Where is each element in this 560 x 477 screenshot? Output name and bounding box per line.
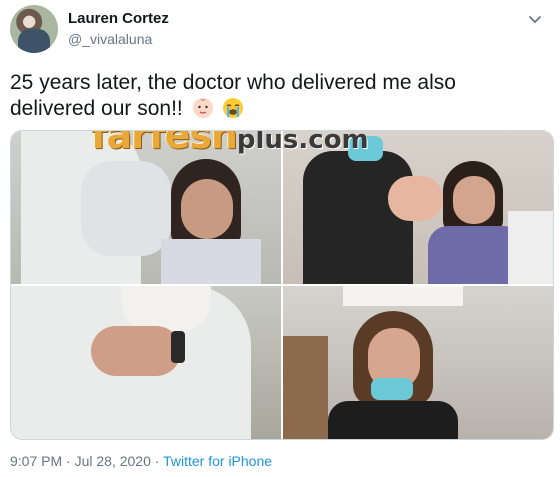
photo-hospital-gown xyxy=(161,239,261,284)
watermark-plus: plus.com xyxy=(236,130,369,155)
baby-face-icon xyxy=(192,98,213,118)
photo-4[interactable] xyxy=(283,286,553,439)
tweet-text: 25 years later, the doctor who delivered… xyxy=(10,70,550,122)
photo-newborn-blanket xyxy=(81,161,171,256)
photo-newborn xyxy=(388,176,443,221)
tweet-line-2: delivered our son!! xyxy=(10,96,550,122)
user-handle[interactable]: @_vivalaluna xyxy=(68,31,152,47)
photo-face-mask xyxy=(371,378,413,400)
avatar[interactable] xyxy=(10,5,58,53)
tweet-meta: 9:07 PM · Jul 28, 2020 · Twitter for iPh… xyxy=(10,453,272,469)
photo-hands xyxy=(91,326,181,376)
loudly-crying-face-icon xyxy=(223,98,244,118)
photo-3[interactable] xyxy=(11,286,281,439)
watermark-main: farfesh xyxy=(91,130,238,157)
watermark-logo: farfeshplus.com xyxy=(91,130,369,157)
photo-watch xyxy=(171,331,185,363)
photo-doctor-scrubs xyxy=(303,151,413,284)
photo-doctor-scrubs xyxy=(328,401,458,439)
photo-baby-blanket xyxy=(121,286,211,331)
tweet-line-2-text: delivered our son!! xyxy=(10,97,183,120)
tweet-line-1: 25 years later, the doctor who delivered… xyxy=(10,71,456,94)
photo-doorway xyxy=(283,336,328,439)
tweet-source-link[interactable]: Twitter for iPhone xyxy=(163,453,272,469)
tweet-time[interactable]: 9:07 PM xyxy=(10,453,62,469)
photo-grid[interactable]: farfeshplus.com xyxy=(10,130,554,440)
chevron-down-icon[interactable] xyxy=(524,8,546,30)
meta-separator: · xyxy=(62,453,75,469)
photo-mother-face xyxy=(453,176,495,224)
photo-mother-face xyxy=(181,179,233,239)
user-name[interactable]: Lauren Cortez xyxy=(68,10,169,27)
photo-ceiling-light xyxy=(343,286,463,306)
tweet-date[interactable]: Jul 28, 2020 xyxy=(75,453,151,469)
photo-hospital-bed xyxy=(508,211,553,284)
meta-separator: · xyxy=(150,453,164,469)
